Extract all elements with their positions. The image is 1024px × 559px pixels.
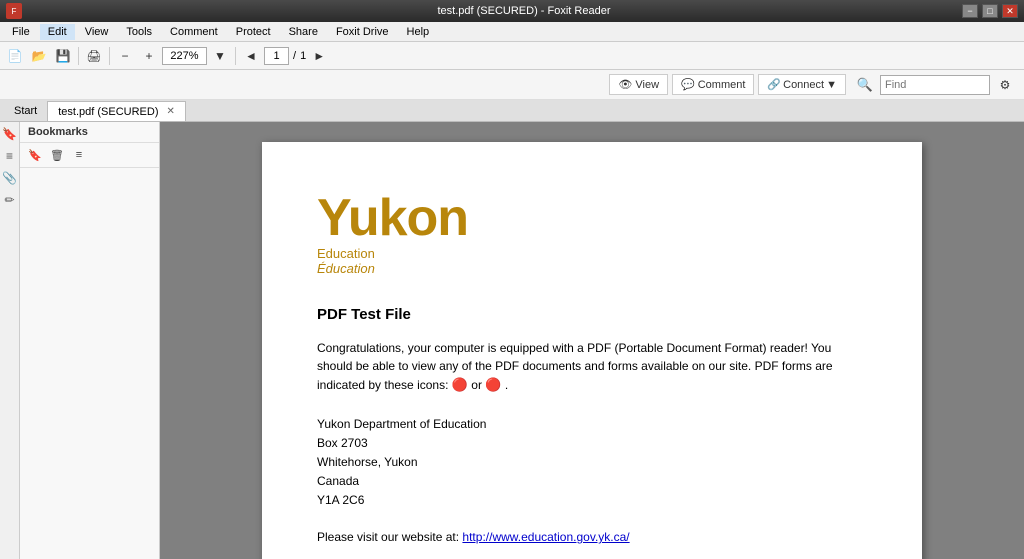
- toolbar: 📄 📂 💾 🖨 − + 227% ▼ ◄ / 1 ►: [0, 42, 1024, 70]
- search-input[interactable]: [885, 79, 985, 91]
- pdf-website: Please visit our website at: http://www.…: [317, 530, 867, 544]
- pdf-icon-2: 🔴: [485, 375, 501, 395]
- zoom-dropdown[interactable]: ▼: [209, 45, 231, 67]
- address-line-5: Y1A 2C6: [317, 491, 867, 510]
- address-line-2: Box 2703: [317, 434, 867, 453]
- prev-page-button[interactable]: ◄: [240, 45, 262, 67]
- menu-tools[interactable]: Tools: [118, 24, 160, 40]
- minimize-button[interactable]: −: [962, 4, 978, 18]
- menu-comment[interactable]: Comment: [162, 24, 226, 40]
- sidebar-layers-icon[interactable]: ≡: [2, 148, 18, 164]
- settings-button[interactable]: ⚙: [994, 74, 1016, 96]
- tab-active[interactable]: test.pdf (SECURED) ✕: [47, 101, 186, 121]
- panel-toolbar: 🔖 🗑 ≡: [20, 143, 159, 168]
- website-link[interactable]: http://www.education.gov.yk.ca/: [462, 530, 629, 544]
- comment-icon: 💬: [681, 78, 695, 91]
- pdf-body-or: or: [471, 378, 485, 392]
- action-buttons-right: 👁 View 💬 Comment 🔗 Connect ▼ 🔍 ⚙: [609, 74, 1016, 96]
- sidebar: 🔖 ≡ 📎 ✏: [0, 122, 20, 559]
- search-box: [880, 75, 990, 95]
- page-total: 1: [300, 50, 306, 62]
- eye-icon: 👁: [618, 78, 632, 91]
- tab-label: test.pdf (SECURED): [58, 106, 158, 118]
- website-label: Please visit our website at:: [317, 530, 459, 544]
- action-bar: 👁 View 💬 Comment 🔗 Connect ▼ 🔍 ⚙: [0, 70, 1024, 100]
- bookmarks-panel: Bookmarks 🔖 🗑 ≡: [20, 122, 160, 559]
- tab-bar: Start test.pdf (SECURED) ✕: [0, 100, 1024, 122]
- sidebar-bookmarks-icon[interactable]: 🔖: [2, 126, 18, 142]
- zoom-out-button[interactable]: −: [114, 45, 136, 67]
- pdf-viewer[interactable]: Yukon Education Éducation PDF Test File …: [160, 122, 1024, 559]
- view-button[interactable]: 👁 View: [609, 74, 668, 95]
- comment-button[interactable]: 💬 Comment: [672, 74, 754, 95]
- menu-bar: File Edit View Tools Comment Protect Sha…: [0, 22, 1024, 42]
- tab-start[interactable]: Start: [4, 101, 47, 121]
- app-icon: F: [6, 3, 22, 19]
- page-number-input[interactable]: [264, 47, 289, 65]
- connect-button[interactable]: 🔗 Connect ▼: [758, 74, 846, 95]
- window-controls[interactable]: − □ ✕: [962, 4, 1018, 18]
- add-bookmark-button[interactable]: 🔖: [26, 146, 44, 164]
- separator-1: [78, 47, 79, 65]
- pdf-heading: PDF Test File: [317, 306, 867, 323]
- address-line-1: Yukon Department of Education: [317, 415, 867, 434]
- yukon-logo: Yukon Education Éducation: [317, 192, 867, 276]
- save-button[interactable]: 💾: [52, 45, 74, 67]
- menu-edit[interactable]: Edit: [40, 24, 75, 40]
- tab-close-icon[interactable]: ✕: [166, 106, 174, 117]
- title-bar: F test.pdf (SECURED) - Foxit Reader − □ …: [0, 0, 1024, 22]
- menu-protect[interactable]: Protect: [228, 24, 279, 40]
- separator-2: [109, 47, 110, 65]
- zoom-input[interactable]: 227%: [162, 47, 207, 65]
- connect-dropdown-icon: ▼: [826, 79, 837, 91]
- pdf-body: Congratulations, your computer is equipp…: [317, 339, 867, 395]
- sidebar-attachments-icon[interactable]: 📎: [2, 170, 18, 186]
- address-line-3: Whitehorse, Yukon: [317, 453, 867, 472]
- close-button[interactable]: ✕: [1002, 4, 1018, 18]
- yukon-logo-text: Yukon: [317, 192, 867, 244]
- pdf-body-period: .: [505, 378, 508, 392]
- pdf-page: Yukon Education Éducation PDF Test File …: [262, 142, 922, 559]
- separator-3: [235, 47, 236, 65]
- search-icon-button[interactable]: 🔍: [854, 74, 876, 96]
- delete-bookmark-button[interactable]: 🗑: [48, 146, 66, 164]
- connect-icon: 🔗: [767, 78, 781, 91]
- main-area: 🔖 ≡ 📎 ✏ Bookmarks 🔖 🗑 ≡ Yukon Education …: [0, 122, 1024, 559]
- menu-share[interactable]: Share: [281, 24, 326, 40]
- zoom-in-button[interactable]: +: [138, 45, 160, 67]
- pdf-address: Yukon Department of Education Box 2703 W…: [317, 415, 867, 511]
- yukon-subtitle: Education: [317, 246, 867, 261]
- panel-header: Bookmarks: [20, 122, 159, 143]
- menu-view[interactable]: View: [77, 24, 117, 40]
- address-line-4: Canada: [317, 472, 867, 491]
- next-page-button[interactable]: ►: [308, 45, 330, 67]
- window-title: test.pdf (SECURED) - Foxit Reader: [86, 5, 962, 17]
- open-button[interactable]: 📂: [28, 45, 50, 67]
- sidebar-signatures-icon[interactable]: ✏: [2, 192, 18, 208]
- menu-foxit-drive[interactable]: Foxit Drive: [328, 24, 397, 40]
- menu-file[interactable]: File: [4, 24, 38, 40]
- page-separator: /: [291, 50, 298, 62]
- new-button[interactable]: 📄: [4, 45, 26, 67]
- pdf-body-text: Congratulations, your computer is equipp…: [317, 341, 833, 392]
- yukon-subtitle-italic: Éducation: [317, 261, 867, 276]
- print-button[interactable]: 🖨: [83, 45, 105, 67]
- menu-help[interactable]: Help: [399, 24, 438, 40]
- pdf-icon-1: 🔴: [452, 375, 468, 395]
- zoom-controls: − + 227% ▼: [114, 45, 231, 67]
- bookmark-options-button[interactable]: ≡: [70, 146, 88, 164]
- restore-button[interactable]: □: [982, 4, 998, 18]
